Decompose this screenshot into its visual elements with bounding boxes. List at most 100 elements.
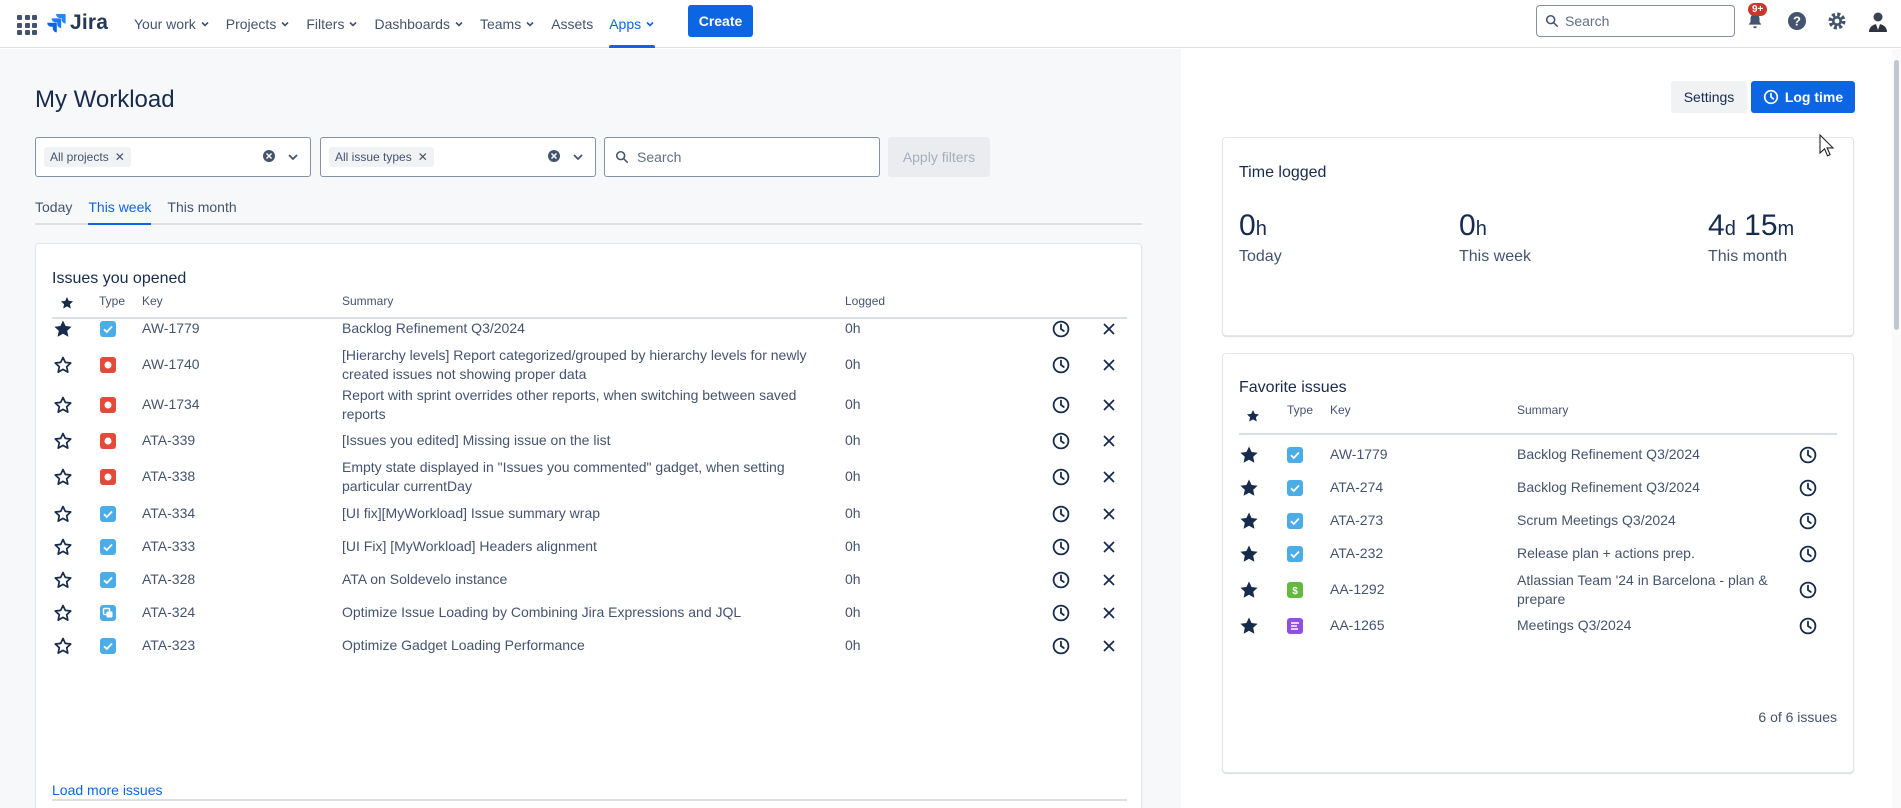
close-icon[interactable]: [1099, 537, 1119, 557]
nav-item-dashboards[interactable]: Dashboards: [366, 0, 472, 48]
global-search-input[interactable]: Search: [1536, 5, 1735, 37]
close-icon[interactable]: [1099, 636, 1119, 656]
issue-key[interactable]: ATA-333: [142, 537, 195, 556]
issue-key[interactable]: ATA-328: [142, 570, 195, 589]
issue-types-chip[interactable]: All issue types ✕: [329, 147, 434, 167]
star-outline-icon[interactable]: [53, 537, 73, 557]
close-icon[interactable]: [1099, 467, 1119, 487]
star-filled-icon[interactable]: [53, 319, 73, 339]
issue-key[interactable]: ATA-274: [1330, 478, 1383, 497]
close-icon[interactable]: [1099, 355, 1119, 375]
log-time-clock-icon[interactable]: [1798, 478, 1818, 498]
issue-summary[interactable]: Backlog Refinement Q3/2024: [1517, 445, 1782, 464]
issue-summary[interactable]: [UI fix][MyWorkload] Issue summary wrap: [342, 504, 852, 523]
user-avatar[interactable]: [1866, 9, 1890, 33]
settings-button[interactable]: Settings: [1671, 81, 1747, 113]
issue-summary[interactable]: [Issues you edited] Missing issue on the…: [342, 431, 852, 450]
clear-icon[interactable]: [262, 149, 276, 163]
issue-key[interactable]: AA-1265: [1330, 616, 1384, 635]
issue-summary[interactable]: Report with sprint overrides other repor…: [342, 386, 852, 424]
log-time-clock-icon[interactable]: [1051, 467, 1071, 487]
create-button[interactable]: Create: [688, 5, 753, 37]
remove-chip-icon[interactable]: ✕: [418, 150, 428, 164]
issue-key[interactable]: ATA-323: [142, 636, 195, 655]
clear-icon[interactable]: [547, 149, 561, 163]
close-icon[interactable]: [1099, 603, 1119, 623]
issue-summary[interactable]: [Hierarchy levels] Report categorized/gr…: [342, 346, 852, 384]
issue-summary[interactable]: Release plan + actions prep.: [1517, 544, 1782, 563]
star-filled-icon[interactable]: [1239, 616, 1259, 636]
star-outline-icon[interactable]: [53, 636, 73, 656]
tab-this-month[interactable]: This month: [167, 199, 236, 223]
close-icon[interactable]: [1099, 395, 1119, 415]
star-filled-icon[interactable]: [1239, 544, 1259, 564]
log-time-clock-icon[interactable]: [1051, 319, 1071, 339]
log-time-clock-icon[interactable]: [1051, 636, 1071, 656]
apply-filters-button[interactable]: Apply filters: [888, 137, 990, 177]
issue-summary[interactable]: Atlassian Team '24 in Barcelona - plan &…: [1517, 571, 1782, 609]
issue-types-filter[interactable]: All issue types ✕: [320, 137, 596, 177]
settings-gear-icon[interactable]: [1825, 9, 1849, 33]
log-time-clock-icon[interactable]: [1798, 580, 1818, 600]
nav-item-your-work[interactable]: Your work: [126, 0, 218, 48]
issue-search-input[interactable]: Search: [604, 137, 880, 177]
log-time-clock-icon[interactable]: [1798, 616, 1818, 636]
issue-key[interactable]: ATA-339: [142, 431, 195, 450]
issue-summary[interactable]: ATA on Soldevelo instance: [342, 570, 852, 589]
star-outline-icon[interactable]: [53, 504, 73, 524]
star-outline-icon[interactable]: [53, 570, 73, 590]
nav-item-assets[interactable]: Assets: [543, 0, 601, 48]
log-time-clock-icon[interactable]: [1051, 395, 1071, 415]
issue-summary[interactable]: [UI Fix] [MyWorkload] Headers alignment: [342, 537, 852, 556]
close-icon[interactable]: [1099, 504, 1119, 524]
issue-key[interactable]: AA-1292: [1330, 580, 1384, 599]
issue-summary[interactable]: Scrum Meetings Q3/2024: [1517, 511, 1782, 530]
issue-key[interactable]: ATA-232: [1330, 544, 1383, 563]
nav-item-projects[interactable]: Projects: [218, 0, 299, 48]
app-switcher-icon[interactable]: [14, 12, 38, 36]
star-outline-icon[interactable]: [53, 431, 73, 451]
close-icon[interactable]: [1099, 570, 1119, 590]
jira-logo[interactable]: Jira: [46, 11, 108, 35]
issue-summary[interactable]: Meetings Q3/2024: [1517, 616, 1782, 635]
star-outline-icon[interactable]: [53, 467, 73, 487]
star-filled-icon[interactable]: [1239, 445, 1259, 465]
issue-summary[interactable]: Backlog Refinement Q3/2024: [342, 319, 852, 338]
log-time-clock-icon[interactable]: [1051, 570, 1071, 590]
issue-key[interactable]: ATA-334: [142, 504, 195, 523]
nav-item-teams[interactable]: Teams: [472, 0, 543, 48]
star-filled-icon[interactable]: [1239, 580, 1259, 600]
projects-filter[interactable]: All projects ✕: [35, 137, 311, 177]
issue-key[interactable]: AW-1779: [1330, 445, 1388, 464]
help-icon[interactable]: ?: [1785, 9, 1809, 33]
tab-today[interactable]: Today: [35, 199, 72, 223]
issue-key[interactable]: ATA-273: [1330, 511, 1383, 530]
scrollbar-thumb[interactable]: [1894, 60, 1899, 330]
issue-key[interactable]: ATA-338: [142, 467, 195, 486]
star-filled-icon[interactable]: [1239, 478, 1259, 498]
star-outline-icon[interactable]: [53, 355, 73, 375]
remove-chip-icon[interactable]: ✕: [115, 150, 125, 164]
close-icon[interactable]: [1099, 431, 1119, 451]
star-outline-icon[interactable]: [53, 395, 73, 415]
issue-key[interactable]: AW-1734: [142, 395, 200, 414]
log-time-clock-icon[interactable]: [1798, 511, 1818, 531]
issue-summary[interactable]: Optimize Gadget Loading Performance: [342, 636, 852, 655]
log-time-clock-icon[interactable]: [1051, 355, 1071, 375]
log-time-button[interactable]: Log time: [1751, 81, 1855, 113]
projects-chip[interactable]: All projects ✕: [44, 147, 131, 167]
log-time-clock-icon[interactable]: [1798, 544, 1818, 564]
issue-key[interactable]: ATA-324: [142, 603, 195, 622]
log-time-clock-icon[interactable]: [1051, 537, 1071, 557]
close-icon[interactable]: [1099, 319, 1119, 339]
issue-summary[interactable]: Empty state displayed in "Issues you com…: [342, 458, 852, 496]
tab-this-week[interactable]: This week: [88, 199, 152, 225]
log-time-clock-icon[interactable]: [1051, 603, 1071, 623]
nav-item-filters[interactable]: Filters: [298, 0, 366, 48]
log-time-clock-icon[interactable]: [1051, 504, 1071, 524]
star-filled-icon[interactable]: [1239, 511, 1259, 531]
load-more-link[interactable]: Load more issues: [52, 782, 163, 798]
issue-key[interactable]: AW-1779: [142, 319, 200, 338]
chevron-down-icon[interactable]: [572, 151, 584, 163]
chevron-down-icon[interactable]: [287, 151, 299, 163]
